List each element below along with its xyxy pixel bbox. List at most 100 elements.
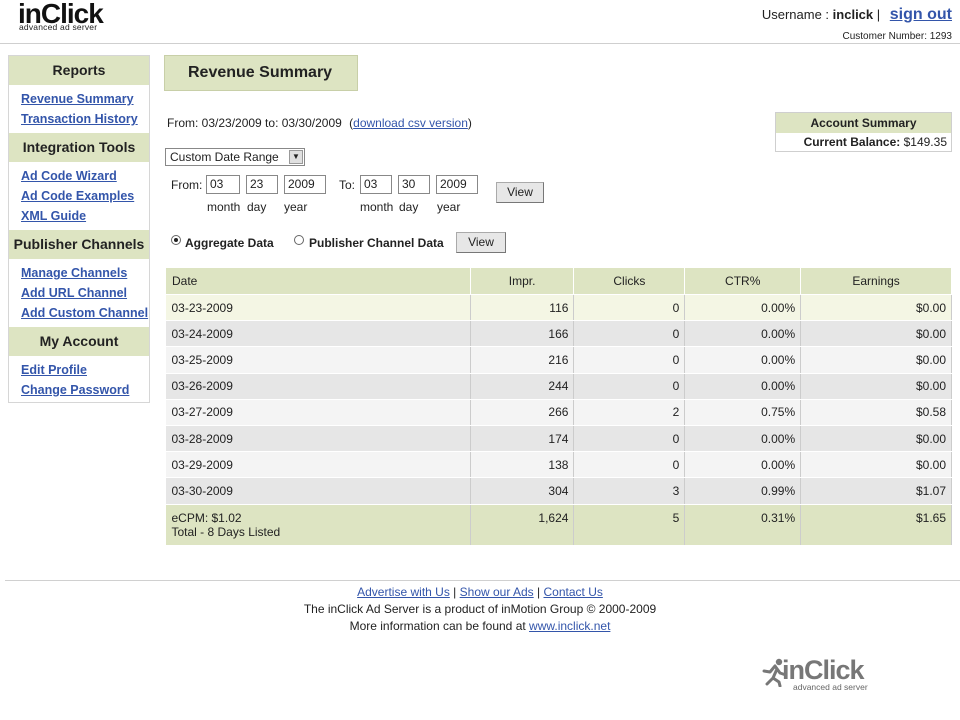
cell-ctr: 0.00%: [684, 294, 802, 322]
sidebar-link-revenue-summary[interactable]: Revenue Summary: [21, 89, 149, 109]
current-balance-value: $149.35: [903, 135, 947, 149]
cell-earnings: $1.07: [800, 477, 952, 505]
footer-logo-tagline: advanced ad server: [793, 682, 868, 692]
footer-separator: |: [537, 585, 541, 599]
table-row: 03-24-2009 166 0 0.00% $0.00: [165, 320, 952, 348]
from-day-input[interactable]: 23: [246, 175, 278, 194]
dropdown-arrow-icon[interactable]: ▼: [289, 150, 303, 164]
col-header-earnings: Earnings: [800, 267, 952, 295]
sidebar-heading-publisher-channels: Publisher Channels: [9, 230, 149, 260]
total-days-label: Total - 8 Days Listed: [171, 524, 281, 539]
page-header: inClick advanced ad server Username : in…: [0, 0, 960, 44]
sidebar-link-xml-guide[interactable]: XML Guide: [21, 206, 149, 226]
sidebar-section-publisher-channels: Publisher Channels Manage Channels Add U…: [9, 230, 149, 327]
sidebar-link-change-password[interactable]: Change Password: [21, 380, 149, 400]
cell-date: 03-29-2009: [165, 451, 471, 479]
footer-more-info: More information can be found at www.inc…: [0, 618, 960, 635]
cell-ctr: 0.00%: [684, 425, 802, 453]
table-row: 03-26-2009 244 0 0.00% $0.00: [165, 373, 952, 400]
publisher-channel-data-radio[interactable]: [294, 235, 304, 245]
footer-link-contact[interactable]: Contact Us: [544, 585, 603, 599]
footer-copyright: The inClick Ad Server is a product of in…: [303, 602, 657, 616]
cell-earnings: $0.58: [800, 399, 952, 426]
sidebar-link-add-custom-channel[interactable]: Add Custom Channel: [21, 303, 149, 323]
date-range-select[interactable]: Custom Date Range ▼: [165, 148, 305, 166]
sidebar-link-transaction-history[interactable]: Transaction History: [21, 109, 149, 129]
to-year-caption: year: [437, 200, 461, 214]
date-range-summary: From: 03/23/2009 to: 03/30/2009 (downloa…: [167, 116, 472, 130]
customer-number: Customer Number: 1293: [842, 31, 953, 42]
cell-ctr: 0.00%: [684, 346, 802, 374]
to-month-input[interactable]: 03: [360, 175, 392, 194]
table-row: 03-27-2009 266 2 0.75% $0.58: [165, 399, 952, 426]
table-header-row: Date Impr. Clicks CTR% Earnings: [165, 267, 952, 295]
sidebar-heading-reports: Reports: [9, 56, 149, 86]
cell-total-clicks: 5: [573, 504, 686, 546]
cell-date: 03-23-2009: [165, 294, 471, 322]
table-row: 03-28-2009 174 0 0.00% $0.00: [165, 425, 952, 453]
footer-divider: [5, 580, 960, 581]
cell-earnings: $0.00: [800, 294, 952, 322]
col-header-clicks: Clicks: [573, 267, 686, 295]
cell-clicks: 0: [573, 294, 686, 322]
cell-clicks: 0: [573, 320, 686, 348]
cell-impr: 116: [470, 294, 575, 322]
cell-impr: 166: [470, 320, 575, 348]
cell-earnings: $0.00: [800, 346, 952, 374]
sidebar-link-manage-channels[interactable]: Manage Channels: [21, 263, 149, 283]
page-title: Revenue Summary: [164, 55, 358, 91]
csv-close-paren: ): [467, 116, 472, 130]
cell-earnings: $0.00: [800, 425, 952, 453]
cell-earnings: $0.00: [800, 451, 952, 479]
sign-out-link[interactable]: sign out: [890, 6, 952, 23]
to-label: To:: [339, 178, 356, 192]
from-month-caption: month: [207, 200, 241, 214]
cell-clicks: 2: [573, 399, 686, 426]
revenue-table: Date Impr. Clicks CTR% Earnings 03-23-20…: [165, 267, 952, 546]
sidebar: Reports Revenue Summary Transaction Hist…: [8, 55, 150, 403]
footer-link-advertise[interactable]: Advertise with Us: [357, 585, 450, 599]
table-row: 03-23-2009 116 0 0.00% $0.00: [165, 294, 952, 322]
date-range-text: From: 03/23/2009 to: 03/30/2009: [167, 116, 342, 130]
footer-website-link[interactable]: www.inclick.net: [529, 619, 610, 633]
cell-clicks: 0: [573, 346, 686, 374]
download-csv-link[interactable]: download csv version: [353, 116, 468, 130]
cell-total-ctr: 0.31%: [684, 504, 802, 546]
to-day-caption: day: [399, 200, 419, 214]
sidebar-heading-my-account: My Account: [9, 327, 149, 357]
sidebar-link-ad-code-wizard[interactable]: Ad Code Wizard: [21, 166, 149, 186]
publisher-channel-data-label[interactable]: Publisher Channel Data: [309, 236, 444, 250]
cell-total-label: eCPM: $1.02 Total - 8 Days Listed: [165, 504, 471, 546]
cell-date: 03-26-2009: [165, 373, 471, 400]
to-year-input[interactable]: 2009: [436, 175, 478, 194]
footer-more-info-text: More information can be found at: [349, 619, 526, 633]
view-data-button[interactable]: View: [456, 232, 506, 253]
view-date-button[interactable]: View: [496, 182, 544, 203]
sidebar-link-add-url-channel[interactable]: Add URL Channel: [21, 283, 149, 303]
username-label: Username :: [761, 7, 830, 22]
from-year-input[interactable]: 2009: [284, 175, 326, 194]
cell-total-impr: 1,624: [470, 504, 575, 546]
from-month-input[interactable]: 03: [206, 175, 240, 194]
cell-clicks: 0: [573, 451, 686, 479]
footer-inclick-logo: inClick advanced ad server: [760, 655, 900, 695]
sidebar-link-edit-profile[interactable]: Edit Profile: [21, 360, 149, 380]
from-day-caption: day: [247, 200, 267, 214]
cell-impr: 266: [470, 399, 575, 426]
cell-total-earnings: $1.65: [800, 504, 952, 546]
to-month-caption: month: [360, 200, 394, 214]
sidebar-section-integration-tools: Integration Tools Ad Code Wizard Ad Code…: [9, 133, 149, 230]
sidebar-section-reports: Reports Revenue Summary Transaction Hist…: [9, 56, 149, 133]
inclick-logo[interactable]: inClick advanced ad server: [18, 0, 138, 36]
aggregate-data-radio[interactable]: [171, 235, 181, 245]
cell-clicks: 0: [573, 425, 686, 453]
aggregate-data-label[interactable]: Aggregate Data: [185, 236, 274, 250]
footer-link-show-ads[interactable]: Show our Ads: [460, 585, 534, 599]
cell-impr: 174: [470, 425, 575, 453]
col-header-date: Date: [165, 267, 471, 295]
sidebar-section-my-account: My Account Edit Profile Change Password: [9, 327, 149, 404]
sidebar-link-ad-code-examples[interactable]: Ad Code Examples: [21, 186, 149, 206]
table-row: 03-25-2009 216 0 0.00% $0.00: [165, 346, 952, 374]
to-day-input[interactable]: 30: [398, 175, 430, 194]
date-range-select-value: Custom Date Range: [170, 150, 279, 164]
